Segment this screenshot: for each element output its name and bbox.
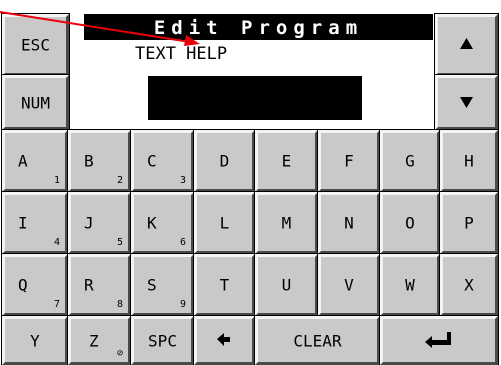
edit-program-screen: Edit Program TEXT HELP ESC NUM A1B2C3DEF… (0, 0, 501, 365)
annotation-arrow (0, 11, 200, 46)
